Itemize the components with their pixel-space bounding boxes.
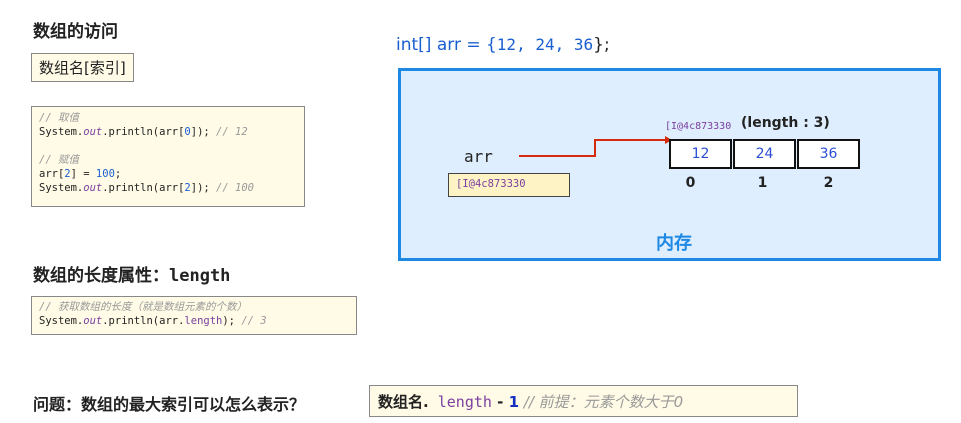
code: System.	[39, 182, 84, 194]
comment: // 赋值	[39, 154, 79, 166]
code: .println(arr[	[102, 126, 185, 138]
code: ] =	[70, 168, 96, 180]
answer-text: 数组名.	[378, 393, 429, 411]
array-cell: 24	[733, 139, 796, 169]
answer-text: 1	[508, 393, 520, 411]
code: arr[	[39, 168, 65, 180]
array-index: 1	[757, 175, 768, 191]
array-length-label: (length : 3)	[741, 115, 830, 131]
comment: // 3	[241, 315, 267, 327]
code: ]);	[190, 182, 217, 194]
title-keyword: length	[169, 266, 231, 286]
answer-text: -	[491, 393, 509, 411]
decl-text: };	[593, 35, 610, 55]
code: out	[83, 182, 103, 194]
reference-arrow	[519, 136, 672, 157]
title-text: 数组的长度属性：	[33, 266, 169, 286]
code: );	[222, 315, 242, 327]
code-block-length: // 获取数组的长度（就是数组元素的个数） System.out.println…	[31, 296, 357, 335]
code: out	[83, 315, 103, 327]
decl-values: 12, 24, 36	[496, 35, 594, 54]
code: 100	[95, 168, 115, 180]
decl-text: int[] arr = {	[396, 35, 497, 55]
comment: // 取值	[39, 112, 79, 124]
syntax-box: 数组名[索引]	[31, 53, 134, 82]
code: System.	[39, 126, 84, 138]
variable-value: [I@4c873330	[448, 173, 570, 197]
array-declaration: int[] arr = {12, 24, 36};	[396, 35, 610, 55]
section-title-access: 数组的访问	[33, 22, 118, 42]
code-block-access: // 取值 System.out.println(arr[0]); // 12 …	[31, 106, 305, 207]
array-index: 0	[685, 175, 696, 191]
code: .println(arr.	[102, 315, 185, 327]
answer-text: length	[428, 393, 492, 411]
array-cell: 12	[669, 139, 732, 169]
answer-comment: // 前提：元素个数大于0	[519, 393, 684, 411]
comment: // 100	[216, 182, 254, 194]
variable-name: arr	[464, 147, 493, 166]
code: System.	[39, 315, 84, 327]
code: out	[83, 126, 103, 138]
comment: // 获取数组的长度（就是数组元素的个数）	[39, 301, 247, 313]
code: .println(arr[	[102, 182, 185, 194]
comment: // 12	[216, 126, 248, 138]
code: ;	[114, 168, 122, 180]
code: ]);	[190, 126, 217, 138]
array-index: 2	[823, 175, 834, 191]
memory-label: 内存	[656, 233, 692, 254]
array-address: [I@4c873330	[665, 121, 732, 132]
code: length	[184, 315, 223, 327]
section-title-length: 数组的长度属性：length	[33, 261, 230, 286]
question-text: 问题：数组的最大索引可以怎么表示？	[33, 395, 306, 414]
array-cell: 36	[797, 139, 860, 169]
answer-box: 数组名. length - 1 // 前提：元素个数大于0	[369, 385, 798, 417]
